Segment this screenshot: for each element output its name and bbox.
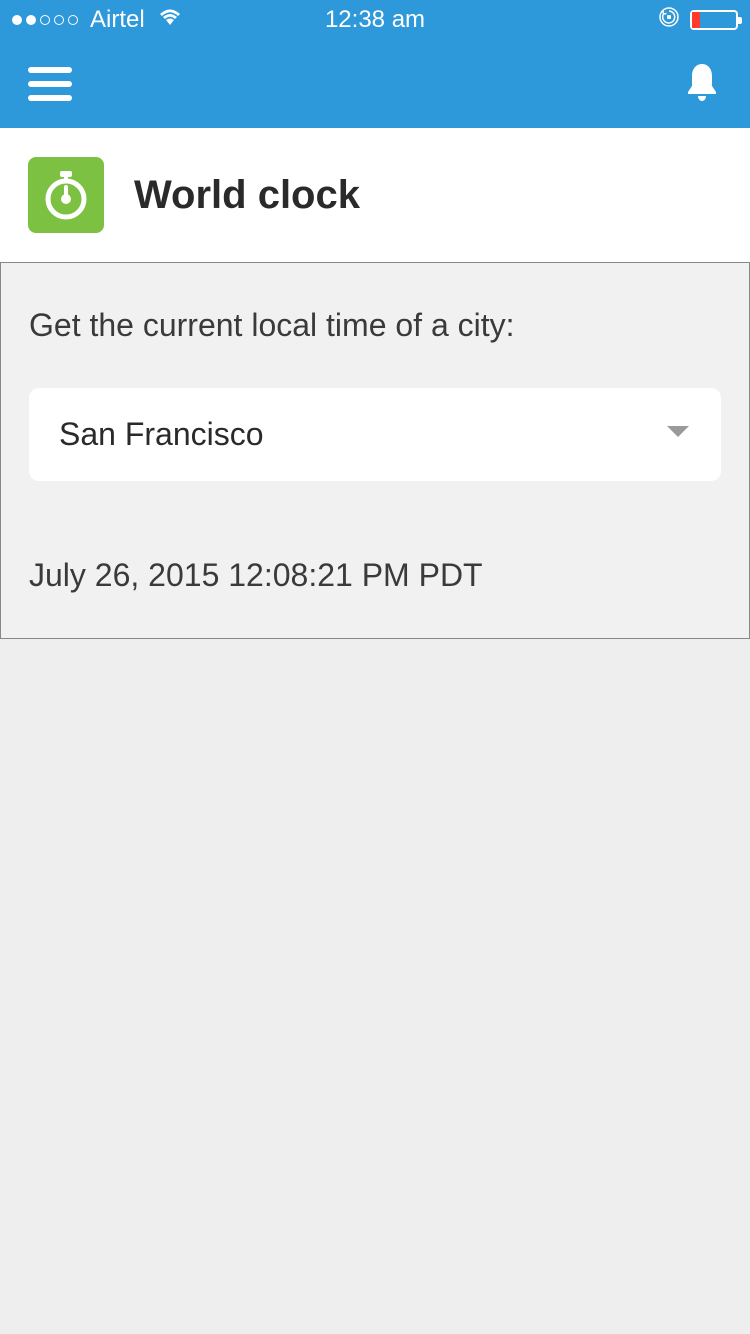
page-header: World clock	[0, 128, 750, 262]
signal-strength-icon	[12, 15, 78, 25]
battery-icon	[690, 10, 738, 30]
local-time-result: July 26, 2015 12:08:21 PM PDT	[29, 557, 721, 594]
notifications-button[interactable]	[682, 60, 722, 109]
stopwatch-icon	[42, 169, 90, 221]
nav-bar	[0, 40, 750, 128]
carrier-label: Airtel	[90, 6, 145, 34]
page-title: World clock	[134, 173, 360, 218]
status-left: Airtel	[12, 6, 183, 34]
dropdown-selected-value: San Francisco	[59, 416, 264, 453]
world-clock-icon	[28, 157, 104, 233]
bell-icon	[682, 60, 722, 104]
status-bar: Airtel 12:38 am	[0, 0, 750, 40]
hamburger-icon	[28, 67, 72, 73]
status-right	[658, 6, 738, 35]
city-dropdown[interactable]: San Francisco	[29, 388, 721, 481]
status-time: 12:38 am	[325, 6, 425, 34]
world-clock-card: Get the current local time of a city: Sa…	[0, 262, 750, 639]
wifi-icon	[157, 6, 183, 34]
chevron-down-icon	[665, 424, 691, 445]
menu-button[interactable]	[28, 67, 72, 101]
prompt-label: Get the current local time of a city:	[29, 307, 721, 344]
rotation-lock-icon	[658, 6, 680, 35]
